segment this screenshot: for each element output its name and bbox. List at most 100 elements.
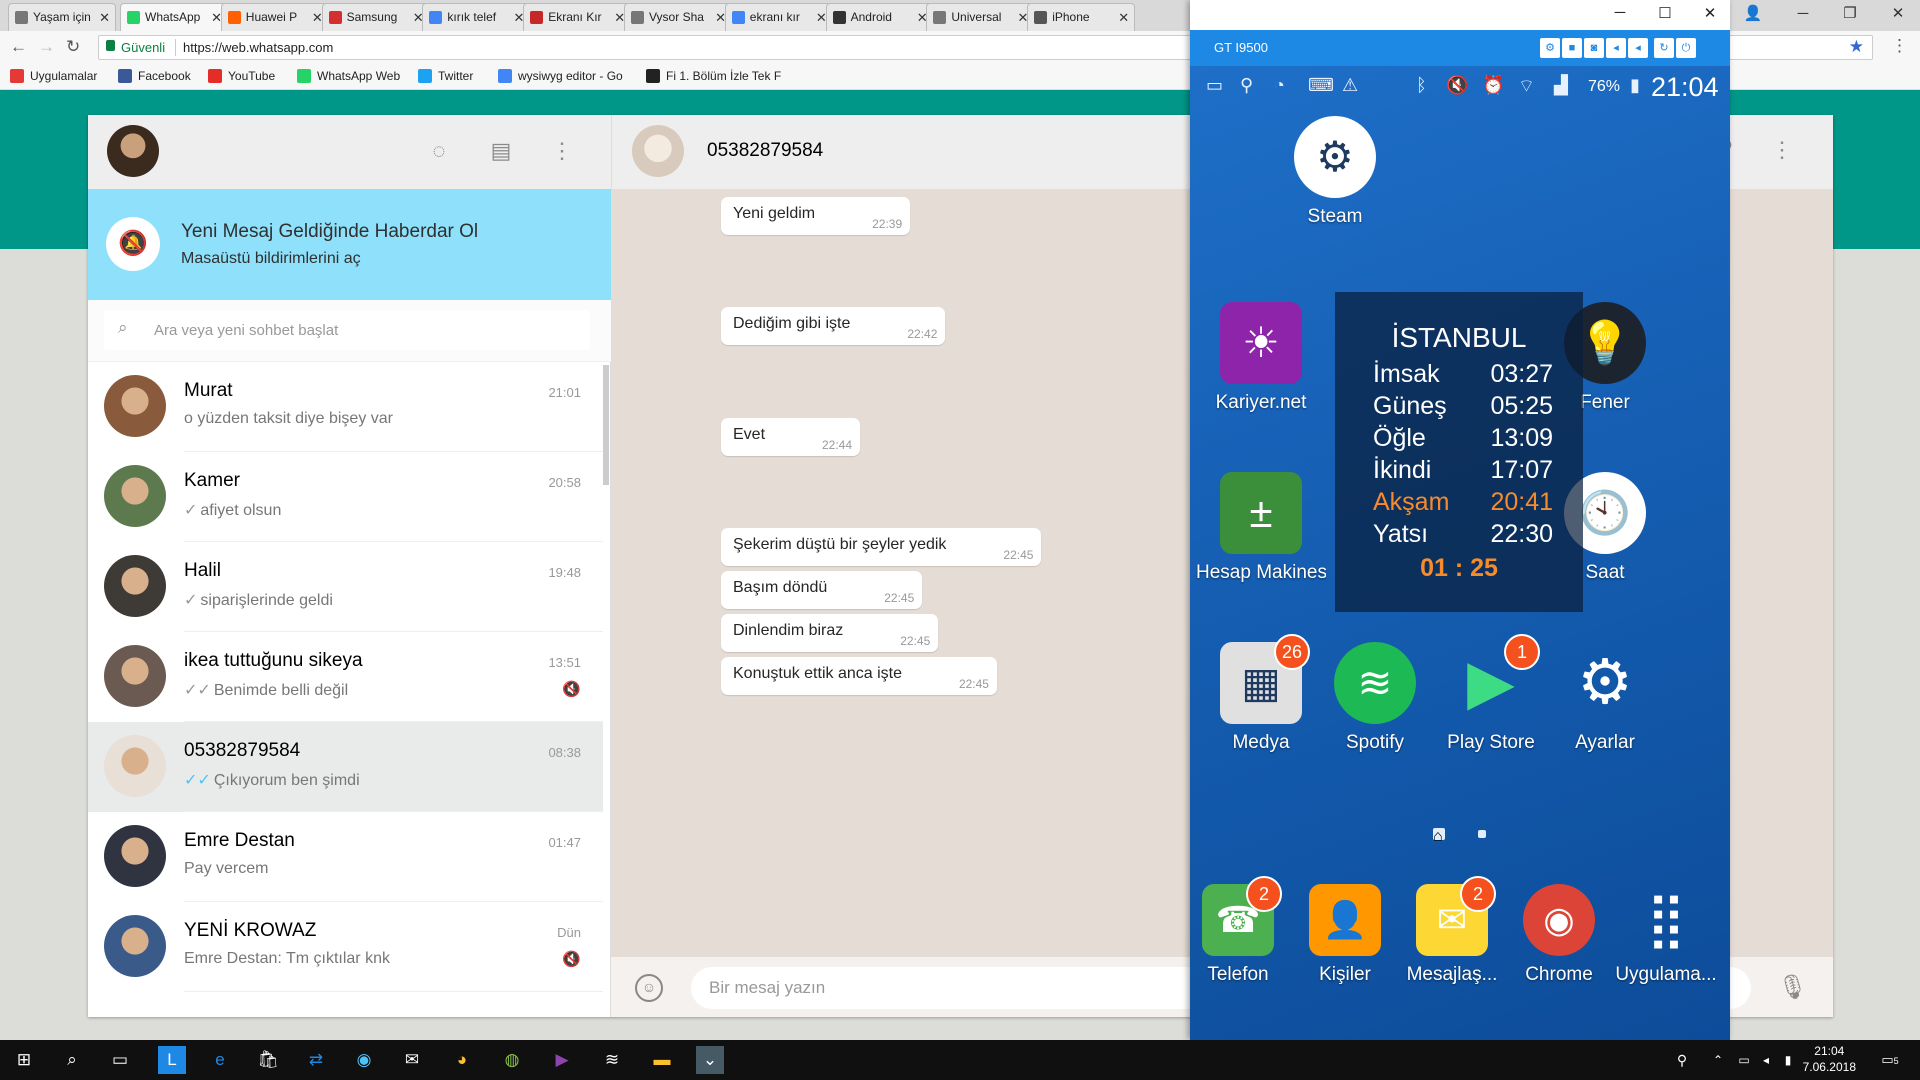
- chat-list-scrollbar[interactable]: [603, 365, 609, 485]
- incoming-message[interactable]: Evet 22:44: [721, 418, 861, 456]
- page-indicator[interactable]: [1478, 830, 1486, 838]
- browser-minimize-button[interactable]: ─: [1783, 2, 1823, 26]
- status-icon[interactable]: ◌: [425, 137, 453, 165]
- app-blue-icon[interactable]: ◉: [350, 1046, 378, 1074]
- app-messages[interactable]: ✉ 2 Mesajlaş...: [1392, 876, 1512, 986]
- incoming-message[interactable]: Dinlendim biraz 22:45: [721, 614, 939, 652]
- app-contacts[interactable]: 👤 Kişiler: [1285, 884, 1405, 986]
- action-center-icon[interactable]: ▭5: [1876, 1046, 1904, 1074]
- bookmark-item[interactable]: Twitter: [418, 69, 473, 83]
- app-play-store[interactable]: ▶ 1 Play Store: [1426, 634, 1556, 754]
- chat-list-item[interactable]: Emre Destan 01:47 Pay vercem: [88, 812, 603, 902]
- app-kariyer[interactable]: ☀ Kariyer.net: [1196, 302, 1326, 414]
- browser-profile-icon[interactable]: 👤: [1733, 2, 1773, 26]
- home-page-indicator[interactable]: ⌂: [1433, 828, 1445, 845]
- browser-restore-button[interactable]: ❐: [1830, 2, 1870, 26]
- file-explorer-icon[interactable]: ▬: [648, 1046, 676, 1074]
- chat-list-item[interactable]: YENİ KROWAZ Dün Emre Destan: Tm çıktılar k…: [88, 902, 603, 992]
- tray-clock[interactable]: 21:04 7.06.2018: [1803, 1043, 1856, 1075]
- back-icon[interactable]: ←: [10, 37, 27, 57]
- url-text[interactable]: https://web.whatsapp.com: [183, 40, 333, 55]
- contact-avatar[interactable]: [632, 125, 684, 177]
- app-l-icon[interactable]: L: [158, 1046, 186, 1074]
- browser-tab[interactable]: Vysor Sha ✕: [624, 3, 732, 31]
- notification-banner[interactable]: 🔕 Yeni Mesaj Geldiğinde Haberdar Ol Masa…: [88, 189, 611, 300]
- browser-close-button[interactable]: ✕: [1878, 2, 1918, 26]
- vysor-minimize-button[interactable]: ─: [1600, 4, 1640, 21]
- menu-icon[interactable]: ⋮: [548, 137, 576, 165]
- mail-icon[interactable]: ✉: [398, 1046, 426, 1074]
- record-icon[interactable]: ■: [1562, 38, 1582, 58]
- teamviewer-icon[interactable]: ⇄: [302, 1046, 330, 1074]
- bookmark-item[interactable]: Facebook: [118, 69, 191, 83]
- tab-close-icon[interactable]: ✕: [1118, 4, 1129, 31]
- emoji-icon[interactable]: ☺: [635, 974, 663, 1002]
- vysor-titlebar[interactable]: ─ ☐ ✕: [1190, 0, 1730, 30]
- browser-tab[interactable]: Samsung ✕: [321, 3, 430, 31]
- browser-tab[interactable]: Universal ✕: [926, 3, 1035, 31]
- vysor-maximize-button[interactable]: ☐: [1645, 4, 1685, 22]
- browser-tab[interactable]: Ekranı Kır ✕: [523, 3, 632, 31]
- prayer-times-widget[interactable]: İSTANBUL İmsak 03:27 Güneş 05:25 Öğle 13:09 İk…: [1335, 292, 1583, 612]
- chrome-taskbar-icon[interactable]: ◕: [448, 1046, 476, 1074]
- tab-close-icon[interactable]: ✕: [99, 4, 110, 31]
- task-view-icon[interactable]: ▭: [106, 1046, 134, 1074]
- reload-icon[interactable]: ↻: [66, 37, 80, 57]
- browser-tab[interactable]: WhatsApp ✕: [120, 3, 228, 31]
- conversation-menu-icon[interactable]: ⋮: [1771, 137, 1793, 163]
- app-media-folder[interactable]: ▦ 26 Medya: [1196, 634, 1326, 754]
- incoming-message[interactable]: Dediğim gibi işte 22:42: [721, 307, 946, 345]
- app-apps-grid[interactable]: ⣿ Uygulama...: [1606, 884, 1726, 986]
- tray-up-icon[interactable]: ⌃: [1704, 1046, 1732, 1074]
- camera-icon[interactable]: ◙: [1584, 38, 1604, 58]
- browser-tab[interactable]: ekranı kır ✕: [724, 3, 833, 31]
- app-phone[interactable]: ☎ 2 Telefon: [1190, 876, 1298, 986]
- microphone-icon[interactable]: 🎙: [1778, 973, 1808, 1002]
- tray-people-icon[interactable]: ⚲: [1668, 1046, 1696, 1074]
- incoming-message[interactable]: Yeni geldim 22:39: [721, 197, 911, 235]
- app-settings[interactable]: ⚙ Ayarlar: [1540, 642, 1670, 754]
- rotate-icon[interactable]: ↻: [1654, 38, 1674, 58]
- visual-studio-icon[interactable]: ▶: [548, 1046, 576, 1074]
- bookmark-item[interactable]: YouTube: [208, 69, 275, 83]
- tray-battery-icon[interactable]: ▮: [1774, 1046, 1802, 1074]
- browser-menu-icon[interactable]: ⋮: [1891, 36, 1908, 56]
- store-icon[interactable]: 🛍: [254, 1046, 282, 1074]
- browser-tab[interactable]: Huawei P ✕: [220, 3, 329, 31]
- power-icon[interactable]: ⏻: [1676, 38, 1696, 58]
- bookmark-item[interactable]: Fi 1. Bölüm İzle Tek F: [646, 69, 781, 83]
- browser-tab[interactable]: iPhone ✕: [1027, 3, 1136, 31]
- bookmark-item[interactable]: WhatsApp Web: [297, 69, 400, 83]
- browser-tab[interactable]: Yaşam için ✕: [8, 3, 116, 31]
- browser-tab[interactable]: kırık telef ✕: [422, 3, 531, 31]
- incoming-message[interactable]: Şekerim düştü bir şeyler yedik 22:45: [721, 528, 1042, 566]
- windows-start-icon[interactable]: ⊞: [10, 1046, 38, 1074]
- new-chat-icon[interactable]: ▤: [487, 137, 515, 165]
- notification-link[interactable]: Masaüstü bildirimlerini aç: [181, 250, 361, 268]
- vysor-taskbar-icon[interactable]: ⌄: [696, 1046, 724, 1074]
- app-spotify[interactable]: ≋ Spotify: [1310, 642, 1440, 754]
- bookmark-star-icon[interactable]: ★: [1849, 37, 1864, 57]
- app-calculator[interactable]: ± Hesap Makinesi: [1196, 472, 1326, 584]
- incoming-message[interactable]: Başım döndü 22:45: [721, 571, 923, 609]
- taskbar-search-icon[interactable]: ⌕: [58, 1046, 86, 1074]
- search-input[interactable]: [154, 314, 574, 346]
- app-wave-icon[interactable]: ≋: [598, 1046, 626, 1074]
- forward-icon[interactable]: →: [38, 37, 55, 57]
- vysor-close-button[interactable]: ✕: [1690, 4, 1730, 22]
- chat-list-item[interactable]: 05382879584 08:38 ✓✓ Çıkıyorum ben şimdi: [88, 722, 603, 812]
- chat-list-item[interactable]: Murat 21:01 o yüzden taksit diye bişey var: [88, 362, 603, 452]
- chat-list-item[interactable]: ikea tuttuğunu sikeya 13:51 ✓✓ Benimde bell…: [88, 632, 603, 722]
- app-chrome[interactable]: ◉ Chrome: [1499, 884, 1619, 986]
- conversation-title[interactable]: 05382879584: [707, 140, 823, 162]
- edge-icon[interactable]: e: [206, 1046, 234, 1074]
- bookmark-item[interactable]: Uygulamalar: [10, 69, 97, 83]
- settings-icon[interactable]: ⚙: [1540, 38, 1560, 58]
- browser-tab[interactable]: Android ✕: [825, 3, 934, 31]
- volume-down-icon[interactable]: ◂: [1606, 38, 1626, 58]
- incoming-message[interactable]: Konuştuk ettik anca işte 22:45: [721, 657, 997, 695]
- android-studio-icon[interactable]: ◍: [498, 1046, 526, 1074]
- chat-list-item[interactable]: Halil 19:48 ✓ siparişlerinde geldi: [88, 542, 603, 632]
- my-avatar[interactable]: [107, 125, 159, 177]
- chat-list-item[interactable]: Kamer 20:58 ✓ afiyet olsun: [88, 452, 603, 542]
